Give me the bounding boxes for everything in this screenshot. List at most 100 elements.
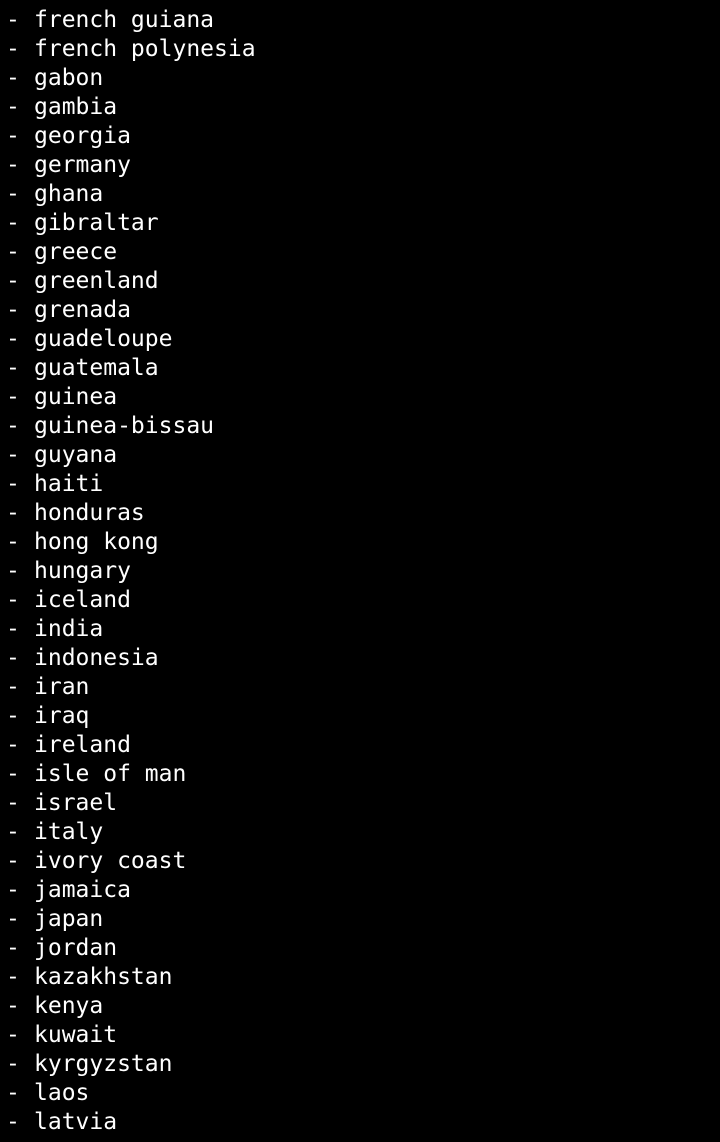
list-item-label: indonesia (34, 645, 159, 671)
list-item: - hungary (6, 557, 720, 586)
list-bullet: - (6, 1022, 20, 1048)
list-bullet: - (6, 442, 20, 468)
list-bullet: - (6, 181, 20, 207)
list-item: - israel (6, 789, 720, 818)
list-item: - jamaica (6, 876, 720, 905)
terminal-output: - french guiana - french polynesia - gabon - ga… (0, 0, 720, 1142)
list-item: - kenya (6, 992, 720, 1021)
list-item: - haiti (6, 470, 720, 499)
list-item-label: italy (34, 819, 104, 845)
list-bullet: - (6, 964, 20, 990)
list-item: - isle of man (6, 760, 720, 789)
list-bullet: - (6, 819, 20, 845)
list-item-label: gabon (34, 65, 104, 91)
list-item: - jordan (6, 934, 720, 963)
list-item-label: guyana (34, 442, 118, 468)
list-item-label: isle of man (34, 761, 187, 787)
list-item: - guyana (6, 441, 720, 470)
list-bullet: - (6, 645, 20, 671)
list-bullet: - (6, 210, 20, 236)
list-item: - latvia (6, 1108, 720, 1137)
list-item-label: french guiana (34, 7, 215, 33)
list-item-label: japan (34, 906, 104, 932)
list-bullet: - (6, 529, 20, 555)
list-bullet: - (6, 500, 20, 526)
list-bullet: - (6, 993, 20, 1019)
list-bullet: - (6, 848, 20, 874)
list-item-label: ivory coast (34, 848, 187, 874)
list-bullet: - (6, 761, 20, 787)
list-item: - greenland (6, 267, 720, 296)
list-item: - iraq (6, 702, 720, 731)
list-item: - ghana (6, 180, 720, 209)
list-item-label: iran (34, 674, 90, 700)
list-item-label: kuwait (34, 1022, 118, 1048)
list-bullet: - (6, 703, 20, 729)
list-bullet: - (6, 123, 20, 149)
list-item-label: ireland (34, 732, 131, 758)
list-item: - hong kong (6, 528, 720, 557)
list-bullet: - (6, 587, 20, 613)
list-bullet: - (6, 935, 20, 961)
list-item: - kyrgyzstan (6, 1050, 720, 1079)
list-bullet: - (6, 65, 20, 91)
list-item: - italy (6, 818, 720, 847)
list-item-label: jamaica (34, 877, 131, 903)
list-item-label: latvia (34, 1109, 118, 1135)
list-bullet: - (6, 1080, 20, 1106)
list-item-label: laos (34, 1080, 90, 1106)
list-item-label: jordan (34, 935, 118, 961)
list-item-label: gibraltar (34, 210, 159, 236)
list-item: - iran (6, 673, 720, 702)
list-item-label: india (34, 616, 104, 642)
list-bullet: - (6, 355, 20, 381)
list-item: - gabon (6, 64, 720, 93)
list-item-label: haiti (34, 471, 104, 497)
list-bullet: - (6, 877, 20, 903)
list-item-label: grenada (34, 297, 131, 323)
list-item: - french polynesia (6, 35, 720, 64)
list-item: - guatemala (6, 354, 720, 383)
list-bullet: - (6, 94, 20, 120)
list-item-label: greece (34, 239, 118, 265)
list-bullet: - (6, 790, 20, 816)
list-item-label: kenya (34, 993, 104, 1019)
list-bullet: - (6, 471, 20, 497)
list-item: - honduras (6, 499, 720, 528)
list-item: - india (6, 615, 720, 644)
list-item-label: iceland (34, 587, 131, 613)
list-item: - ivory coast (6, 847, 720, 876)
list-item-label: hong kong (34, 529, 159, 555)
list-item-label: germany (34, 152, 131, 178)
list-item-label: guadeloupe (34, 326, 173, 352)
list-bullet: - (6, 616, 20, 642)
list-item-label: honduras (34, 500, 145, 526)
list-item: - guinea (6, 383, 720, 412)
list-item-label: guinea (34, 384, 118, 410)
list-item-label: greenland (34, 268, 159, 294)
list-item-label: kazakhstan (34, 964, 173, 990)
list-item-label: gambia (34, 94, 118, 120)
list-item: - ireland (6, 731, 720, 760)
list-item: - guinea-bissau (6, 412, 720, 441)
list-item: - french guiana (6, 6, 720, 35)
list-bullet: - (6, 1109, 20, 1135)
list-bullet: - (6, 732, 20, 758)
list-bullet: - (6, 906, 20, 932)
list-item-label: georgia (34, 123, 131, 149)
list-bullet: - (6, 1051, 20, 1077)
list-bullet: - (6, 268, 20, 294)
list-bullet: - (6, 674, 20, 700)
list-item-label: ghana (34, 181, 104, 207)
list-item-label: israel (34, 790, 118, 816)
list-item: - iceland (6, 586, 720, 615)
list-item: - guadeloupe (6, 325, 720, 354)
list-item: - georgia (6, 122, 720, 151)
list-item: - gambia (6, 93, 720, 122)
list-item: - kuwait (6, 1021, 720, 1050)
list-bullet: - (6, 152, 20, 178)
list-item: - germany (6, 151, 720, 180)
list-item: - indonesia (6, 644, 720, 673)
list-item: - grenada (6, 296, 720, 325)
list-bullet: - (6, 239, 20, 265)
